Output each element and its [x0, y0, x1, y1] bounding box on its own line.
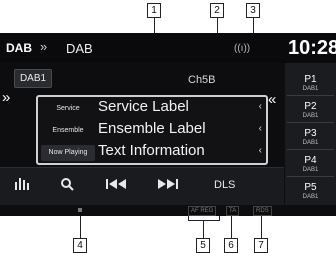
row-label: Ensemble — [52, 127, 84, 134]
equalizer-icon[interactable] — [14, 176, 32, 193]
callout-6-leader — [231, 216, 232, 238]
callout-7-leader — [261, 216, 262, 238]
channel-number: Ch5B — [188, 74, 216, 86]
callout-5-leader — [203, 220, 204, 238]
info-panel: Service Service Label ‹ Ensemble Ensembl… — [36, 95, 268, 165]
search-icon[interactable] — [60, 177, 74, 194]
preset-button-p3[interactable]: P3 DAB1 — [287, 127, 334, 150]
dab-logo[interactable]: DAB — [6, 41, 32, 55]
af-reg-indicator: AF REG — [188, 206, 217, 216]
preset-number: P3 — [304, 128, 317, 139]
callout-2: 2 — [210, 3, 224, 18]
callout-1: 1 — [147, 3, 161, 18]
preset-number: P2 — [304, 101, 317, 112]
row-value: Service Label — [98, 98, 189, 115]
breadcrumb-separator: » — [40, 39, 48, 54]
row-expand-icon[interactable]: ‹ — [259, 123, 262, 134]
callout-6: 6 — [224, 238, 238, 253]
source-name: DAB — [66, 41, 93, 56]
preset-button-p5[interactable]: P5 DAB1 — [287, 181, 334, 203]
preset-number: P5 — [304, 182, 317, 193]
previous-track-icon[interactable] — [106, 178, 128, 193]
clock: 10:28 — [288, 37, 336, 59]
row-expand-icon[interactable]: ‹ — [259, 101, 262, 112]
info-row-ensemble[interactable]: Ensemble Ensemble Label ‹ — [38, 119, 266, 141]
callout-5-bracket — [188, 216, 220, 221]
row-label: Service — [56, 105, 80, 112]
row-value: Ensemble Label — [98, 120, 206, 137]
callout-4: 4 — [73, 238, 87, 253]
status-bar: AF REG TA RDS — [0, 205, 336, 216]
ta-indicator: TA — [226, 206, 240, 216]
preset-panel: P1 DAB1 P2 DAB1 P3 DAB1 P4 DAB1 P5 DAB1 — [285, 63, 336, 205]
dls-button[interactable]: DLS — [214, 179, 235, 191]
signal-strength-icon: ((ı)) — [234, 43, 251, 54]
info-row-service[interactable]: Service Service Label ‹ — [38, 97, 266, 119]
row-label: Now Playing — [41, 145, 95, 161]
next-track-icon[interactable] — [156, 178, 178, 193]
preset-band: DAB1 — [302, 113, 319, 119]
dab-screen: DAB » DAB ((ı)) 10:28 DAB1 Ch5B » Servic… — [0, 33, 336, 205]
preset-number: P4 — [304, 155, 317, 166]
callout-3: 3 — [246, 3, 260, 18]
preset-band: DAB1 — [302, 140, 319, 146]
row-value: Text Information — [98, 142, 205, 159]
preset-band: DAB1 — [302, 194, 319, 200]
info-row-now-playing[interactable]: Now Playing Text Information ‹ — [38, 141, 266, 163]
preset-button-p1[interactable]: P1 DAB1 — [287, 73, 334, 96]
control-bar: DLS — [0, 167, 284, 205]
rds-indicator: RDS — [253, 206, 272, 216]
preset-band: DAB1 — [302, 86, 319, 92]
open-list-chevron-icon[interactable]: » — [2, 90, 20, 105]
callout-5: 5 — [196, 238, 210, 253]
preset-band: DAB1 — [302, 167, 319, 173]
callout-4-leader — [80, 216, 81, 238]
top-bar: DAB » DAB ((ı)) 10:28 — [0, 33, 336, 63]
row-expand-icon[interactable]: ‹ — [259, 145, 262, 156]
band-button[interactable]: DAB1 — [14, 69, 52, 88]
preset-button-p4[interactable]: P4 DAB1 — [287, 154, 334, 177]
preset-button-p2[interactable]: P2 DAB1 — [287, 100, 334, 123]
status-dot — [78, 208, 82, 212]
preset-list-chevron-icon[interactable]: « — [268, 91, 276, 108]
preset-number: P1 — [304, 74, 317, 85]
callout-7: 7 — [254, 238, 268, 253]
